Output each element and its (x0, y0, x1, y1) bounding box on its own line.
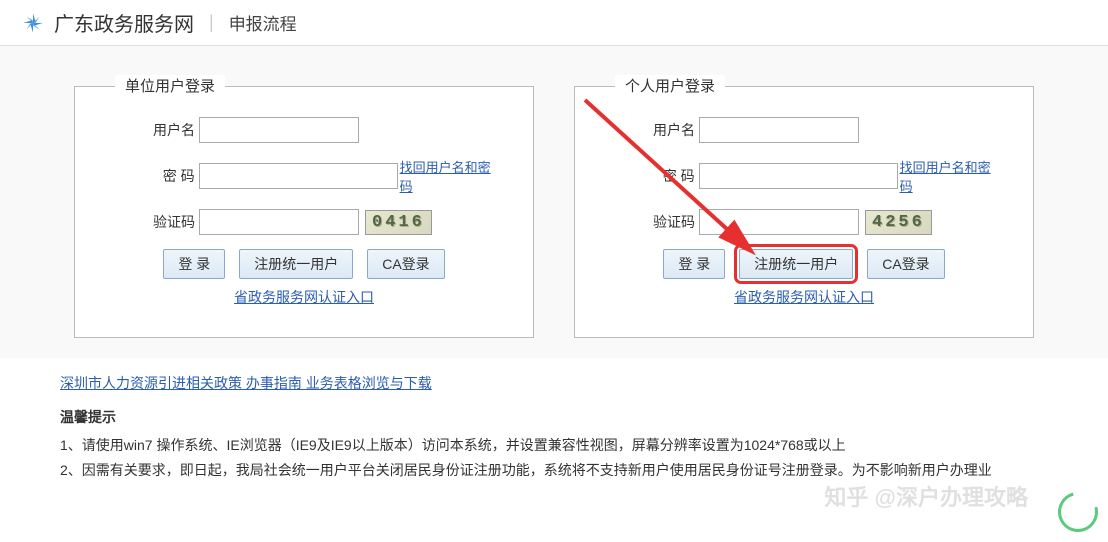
tip-item-1: 1、请使用win7 操作系统、IE浏览器（IE9及IE9以上版本）访问本系统，并… (60, 433, 1048, 458)
org-login-button[interactable]: 登 录 (163, 249, 225, 279)
site-title: 广东政务服务网 (54, 8, 194, 37)
org-service-link[interactable]: 省政务服务网认证入口 (234, 289, 374, 305)
password-label: 密 码 (635, 166, 695, 186)
org-box-title: 单位用户登录 (115, 75, 225, 96)
watermark: 知乎 @深户办理攻略 (824, 480, 1028, 512)
personal-captcha-input[interactable] (699, 209, 859, 235)
password-label: 密 码 (135, 166, 195, 186)
captcha-label: 验证码 (135, 212, 195, 232)
org-login-box: 单位用户登录 用户名 密 码 找回用户名和密码 验证码 0416 登 录 注册统… (74, 86, 534, 338)
header-divider: | (209, 12, 214, 33)
personal-login-button[interactable]: 登 录 (663, 249, 725, 279)
tips-title: 温馨提示 (60, 407, 1048, 427)
policy-links[interactable]: 深圳市人力资源引进相关政策 办事指南 业务表格浏览与下载 (60, 373, 1048, 393)
org-captcha-input[interactable] (199, 209, 359, 235)
username-label: 用户名 (135, 120, 195, 140)
personal-box-title: 个人用户登录 (615, 75, 725, 96)
org-forgot-link[interactable]: 找回用户名和密码 (400, 157, 503, 195)
logo-icon (20, 10, 46, 36)
personal-username-input[interactable] (699, 117, 859, 143)
personal-forgot-link[interactable]: 找回用户名和密码 (900, 157, 1003, 195)
personal-register-button[interactable]: 注册统一用户 (739, 249, 853, 279)
personal-captcha-image[interactable]: 4256 (865, 210, 932, 235)
personal-service-link[interactable]: 省政务服务网认证入口 (734, 289, 874, 305)
org-username-input[interactable] (199, 117, 359, 143)
page-subtitle: 申报流程 (229, 10, 297, 35)
org-register-button[interactable]: 注册统一用户 (239, 249, 353, 279)
org-captcha-image[interactable]: 0416 (365, 210, 432, 235)
corner-badge-icon (1051, 485, 1106, 540)
personal-password-input[interactable] (699, 163, 898, 189)
org-password-input[interactable] (199, 163, 398, 189)
personal-ca-login-button[interactable]: CA登录 (867, 249, 944, 279)
captcha-label: 验证码 (635, 212, 695, 232)
username-label: 用户名 (635, 120, 695, 140)
personal-login-box: 个人用户登录 用户名 密 码 找回用户名和密码 验证码 4256 登 录 注册统… (574, 86, 1034, 338)
org-ca-login-button[interactable]: CA登录 (367, 249, 444, 279)
